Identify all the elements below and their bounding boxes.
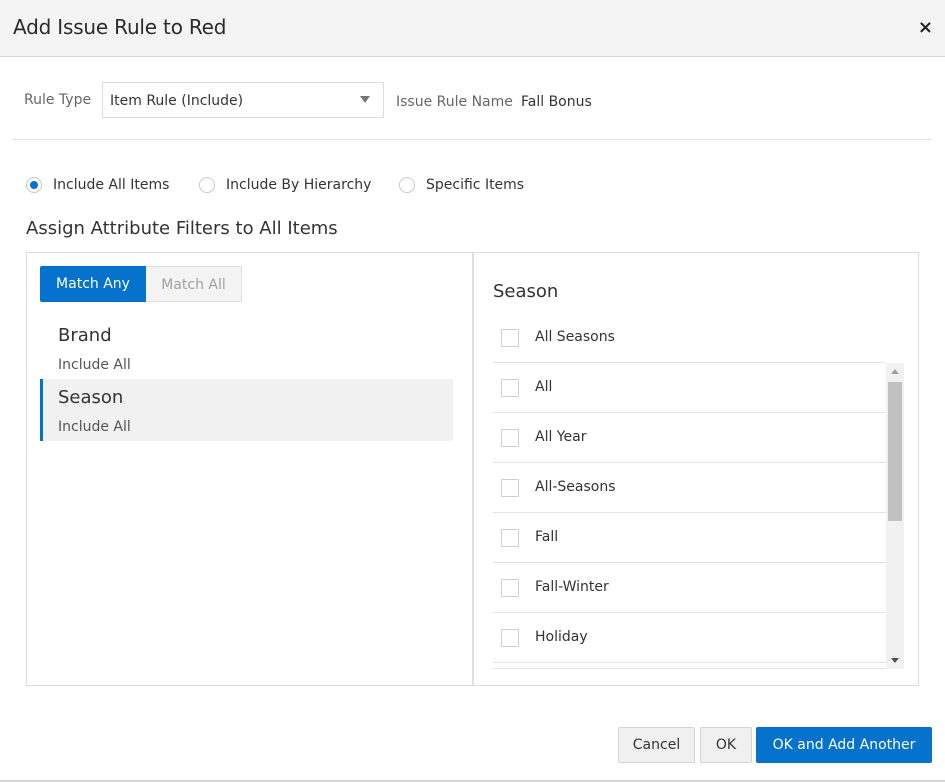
ok-and-add-another-button[interactable]: OK and Add Another <box>756 727 932 763</box>
scrollbar-thumb[interactable] <box>888 382 902 521</box>
season-option[interactable]: All <box>493 363 886 413</box>
attribute-status: Include All <box>58 419 131 435</box>
option-label: All Seasons <box>535 329 615 345</box>
section-divider <box>12 139 932 140</box>
scroll-up-arrow-icon[interactable] <box>891 369 899 374</box>
option-label: Fall <box>535 529 559 545</box>
values-panel-title: Season <box>493 281 559 302</box>
checkbox-icon <box>501 379 519 397</box>
dialog-title: Add Issue Rule to Red <box>13 15 227 39</box>
option-label: Fall-Winter <box>535 579 609 595</box>
section-title: Assign Attribute Filters to All Items <box>26 218 338 239</box>
close-icon[interactable]: × <box>918 17 933 38</box>
season-option[interactable]: Fall <box>493 513 886 563</box>
attribute-status: Include All <box>58 357 131 373</box>
radio-label: Include All Items <box>53 177 170 193</box>
select-all-seasons-checkbox[interactable]: All Seasons <box>493 313 886 363</box>
option-label: All Year <box>535 429 587 445</box>
checkbox-icon <box>501 529 519 547</box>
season-option[interactable]: All-Seasons <box>493 463 886 513</box>
cancel-button[interactable]: Cancel <box>618 727 695 763</box>
attribute-name: Brand <box>58 325 112 346</box>
radio-label: Specific Items <box>426 177 525 193</box>
attribute-filter-panel: Match Any Match All Brand Include All Se… <box>26 252 919 686</box>
season-options-list: All All Year All-Seasons Fall Fall-Winte… <box>493 363 904 669</box>
attribute-item-brand[interactable]: Brand Include All <box>40 317 453 379</box>
add-issue-rule-dialog: Add Issue Rule to Red × Rule Type Item R… <box>0 0 945 782</box>
option-label: All <box>535 379 553 395</box>
rule-type-row: Rule Type Item Rule (Include) Issue Rule… <box>0 82 945 118</box>
attribute-name: Season <box>58 387 124 408</box>
radio-unselected-icon <box>399 177 415 193</box>
panel-divider <box>472 253 474 685</box>
match-any-button[interactable]: Match Any <box>40 266 146 302</box>
checkbox-icon <box>501 429 519 447</box>
radio-selected-icon <box>26 177 42 193</box>
ok-button[interactable]: OK <box>700 727 752 763</box>
issue-rule-name-label: Issue Rule Name <box>396 94 513 110</box>
option-label: All-Seasons <box>535 479 616 495</box>
radio-label: Include By Hierarchy <box>226 177 372 193</box>
season-option[interactable]: Holiday <box>493 613 886 663</box>
rule-type-value: Item Rule (Include) <box>110 93 244 109</box>
checkbox-icon <box>501 579 519 597</box>
checkbox-icon <box>501 329 519 347</box>
season-option[interactable]: All Year <box>493 413 886 463</box>
attribute-item-season[interactable]: Season Include All <box>40 379 453 441</box>
rule-type-label: Rule Type <box>24 92 92 108</box>
match-all-button[interactable]: Match All <box>146 266 242 302</box>
option-label: Holiday <box>535 629 588 645</box>
checkbox-icon <box>501 479 519 497</box>
issue-rule-name-value: Fall Bonus <box>521 94 592 110</box>
rule-type-select[interactable]: Item Rule (Include) <box>102 82 384 118</box>
scroll-down-arrow-icon[interactable] <box>891 658 899 663</box>
options-scrollbar[interactable] <box>886 363 904 669</box>
dialog-header: Add Issue Rule to Red × <box>0 0 945 57</box>
checkbox-icon <box>501 629 519 647</box>
radio-unselected-icon <box>199 177 215 193</box>
chevron-down-icon <box>360 96 370 103</box>
season-option[interactable]: Fall-Winter <box>493 563 886 613</box>
